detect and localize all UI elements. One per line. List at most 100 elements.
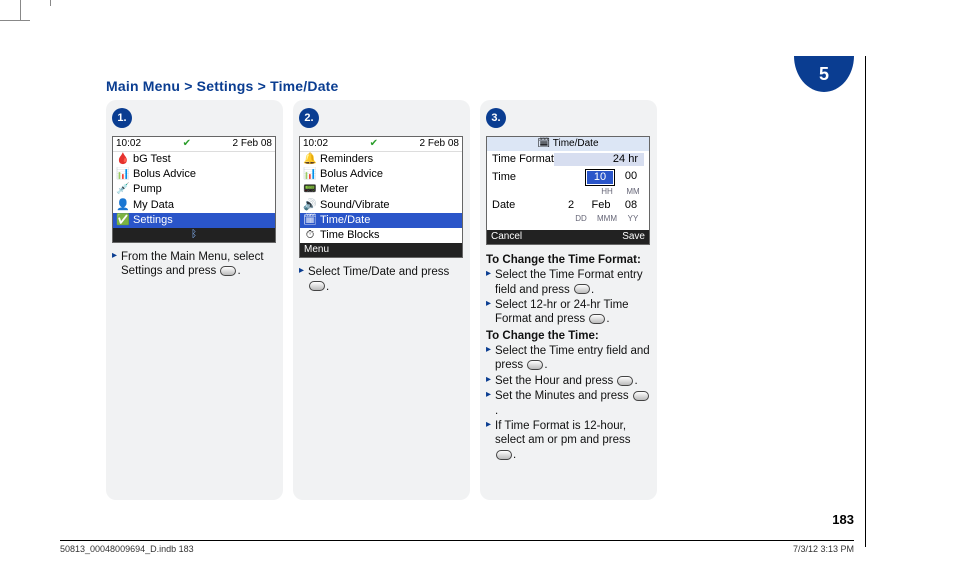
step-2-card: 2. 10:02 ✔ 2 Feb 08 🔔 Reminders 📊 Bolus Ad… <box>293 100 470 500</box>
instruction-text: If Time Format is 12-hour, select am or … <box>495 420 631 446</box>
calendar-icon: 🗓 <box>537 138 550 149</box>
chapter-tab: 5 <box>794 56 854 92</box>
menu-label: Pump <box>133 183 162 196</box>
breadcrumb: Main Menu > Settings > Time/Date <box>106 78 339 94</box>
ok-button-icon <box>527 360 543 370</box>
instruction-text: . <box>326 281 329 293</box>
pump-icon: 💉 <box>117 183 129 196</box>
bluetooth-icon: ᛒ <box>191 229 197 241</box>
print-footer: 50813_00048009694_D.indb 183 7/3/12 3:13… <box>60 540 854 554</box>
step-2-instruction: Select Time/Date and press . <box>299 264 464 294</box>
instruction-text: Select Time/Date and press <box>308 266 449 278</box>
step-3-screen: 🗓 Time/Date Time Format 24 hr Time 10 00… <box>486 136 650 245</box>
step-2-badge: 2. <box>299 108 319 128</box>
instruction-text: . <box>513 449 516 461</box>
ok-button-icon <box>220 266 236 276</box>
step-2-screen: 10:02 ✔ 2 Feb 08 🔔 Reminders 📊 Bolus Advic… <box>299 136 463 258</box>
yy-unit: YY <box>622 214 644 224</box>
menu-item-mydata: 👤 My Data <box>113 198 275 213</box>
menu-item-bgtest: 🩸 bG Test <box>113 152 275 167</box>
menu-label: Reminders <box>320 153 373 166</box>
date-text: 2 Feb 08 <box>233 138 272 150</box>
menu-item-bolus: 📊 Bolus Advice <box>113 167 275 182</box>
footer-right: 7/3/12 3:13 PM <box>793 544 854 554</box>
instruction-text: Select the Time Format entry field and p… <box>495 269 643 295</box>
instruction-text: . <box>237 265 240 277</box>
menu-item-pump: 💉 Pump <box>113 182 275 197</box>
time-label: Time <box>492 171 516 184</box>
meter-icon: 📟 <box>304 183 316 196</box>
ok-button-icon <box>309 281 325 291</box>
ok-button-icon <box>617 376 633 386</box>
menu-item-settings: ✅ Settings <box>113 213 275 228</box>
bell-icon: 🔔 <box>304 153 316 166</box>
menu-label: My Data <box>133 199 174 212</box>
format-label: Time Format <box>492 153 554 166</box>
page-number: 183 <box>832 512 854 527</box>
clock-text: 10:02 <box>116 138 141 150</box>
check-icon: ✅ <box>117 214 129 227</box>
date-yy-field: 08 <box>618 199 644 212</box>
step-3-badge: 3. <box>486 108 506 128</box>
instruction-text: Select the Time entry field and press <box>495 345 650 371</box>
chart-icon: 📊 <box>304 168 316 181</box>
step-1-screen: 10:02 ✔ 2 Feb 08 🩸bG Test 📊Bolus Advice … <box>112 136 276 243</box>
menu-label: bG Test <box>133 153 171 166</box>
step-1-instruction: From the Main Menu, select Settings and … <box>112 249 277 279</box>
menu-label: Settings <box>133 214 173 227</box>
drop-icon: 🩸 <box>117 153 129 166</box>
person-icon: 👤 <box>117 199 129 212</box>
ok-button-icon <box>589 314 605 324</box>
steps-container: 1. 10:02 ✔ 2 Feb 08 🩸 bG Test 📊 Bolus Advi… <box>106 100 657 500</box>
dd-unit: DD <box>570 214 592 224</box>
time-mm-field: 00 <box>618 170 644 185</box>
mm-unit: MM <box>622 187 644 197</box>
time-hh-field: 10 <box>586 170 614 185</box>
calendar-icon: 🗓 <box>304 214 316 227</box>
menu-item-bolus: 📊 Bolus Advice <box>300 167 462 182</box>
step-3-instruction: To Change the Time Format: Select the Ti… <box>486 251 651 462</box>
step-3-card: 3. 🗓 Time/Date Time Format 24 hr Time 10… <box>480 100 657 500</box>
check-icon: ✔ <box>370 138 378 150</box>
date-text: 2 Feb 08 <box>420 138 459 150</box>
format-value: 24 hr <box>554 153 644 166</box>
heading-change-format: To Change the Time Format: <box>486 253 651 267</box>
instruction-text: . <box>634 375 637 387</box>
heading-change-time: To Change the Time: <box>486 329 651 343</box>
instruction-text: Set the Hour and press <box>495 375 616 387</box>
menu-label: Sound/Vibrate <box>320 199 390 212</box>
chart-icon: 📊 <box>117 168 129 181</box>
clock-icon: ⏱ <box>304 229 316 242</box>
ok-button-icon <box>496 450 512 460</box>
check-icon: ✔ <box>183 138 191 150</box>
instruction-text: . <box>495 405 498 417</box>
instruction-text: From the Main Menu, select Settings and … <box>121 251 264 277</box>
softkey-left: Menu <box>304 244 329 256</box>
hh-unit: HH <box>596 187 618 197</box>
footer-left: 50813_00048009694_D.indb 183 <box>60 544 194 554</box>
speaker-icon: 🔊 <box>304 199 316 212</box>
date-label: Date <box>492 199 515 212</box>
step-1-card: 1. 10:02 ✔ 2 Feb 08 🩸 bG Test 📊 Bolus Advi… <box>106 100 283 500</box>
menu-item-timeblocks: ⏱ Time Blocks <box>300 228 462 243</box>
date-mmm-field: Feb <box>588 199 614 212</box>
instruction-text: . <box>606 313 609 325</box>
ok-button-icon <box>633 391 649 401</box>
instruction-text: . <box>544 359 547 371</box>
menu-label: Bolus Advice <box>320 168 383 181</box>
instruction-text: . <box>591 284 594 296</box>
clock-text: 10:02 <box>303 138 328 150</box>
menu-item-meter: 📟Meter <box>300 182 462 197</box>
menu-item-sound: 🔊 Sound/Vibrate <box>300 198 462 213</box>
menu-label: Bolus Advice <box>133 168 196 181</box>
menu-item-reminders: 🔔 Reminders <box>300 152 462 167</box>
softkey-cancel: Cancel <box>491 231 522 243</box>
bluetooth-bar: ᛒ <box>113 228 275 242</box>
instruction-text: Set the Minutes and press <box>495 390 632 402</box>
softkey-save: Save <box>622 231 645 243</box>
step-1-badge: 1. <box>112 108 132 128</box>
menu-item-timedate: 🗓 Time/Date <box>300 213 462 228</box>
ok-button-icon <box>574 284 590 294</box>
menu-label: Time Blocks <box>320 229 380 242</box>
menu-label: Time/Date <box>320 214 370 227</box>
